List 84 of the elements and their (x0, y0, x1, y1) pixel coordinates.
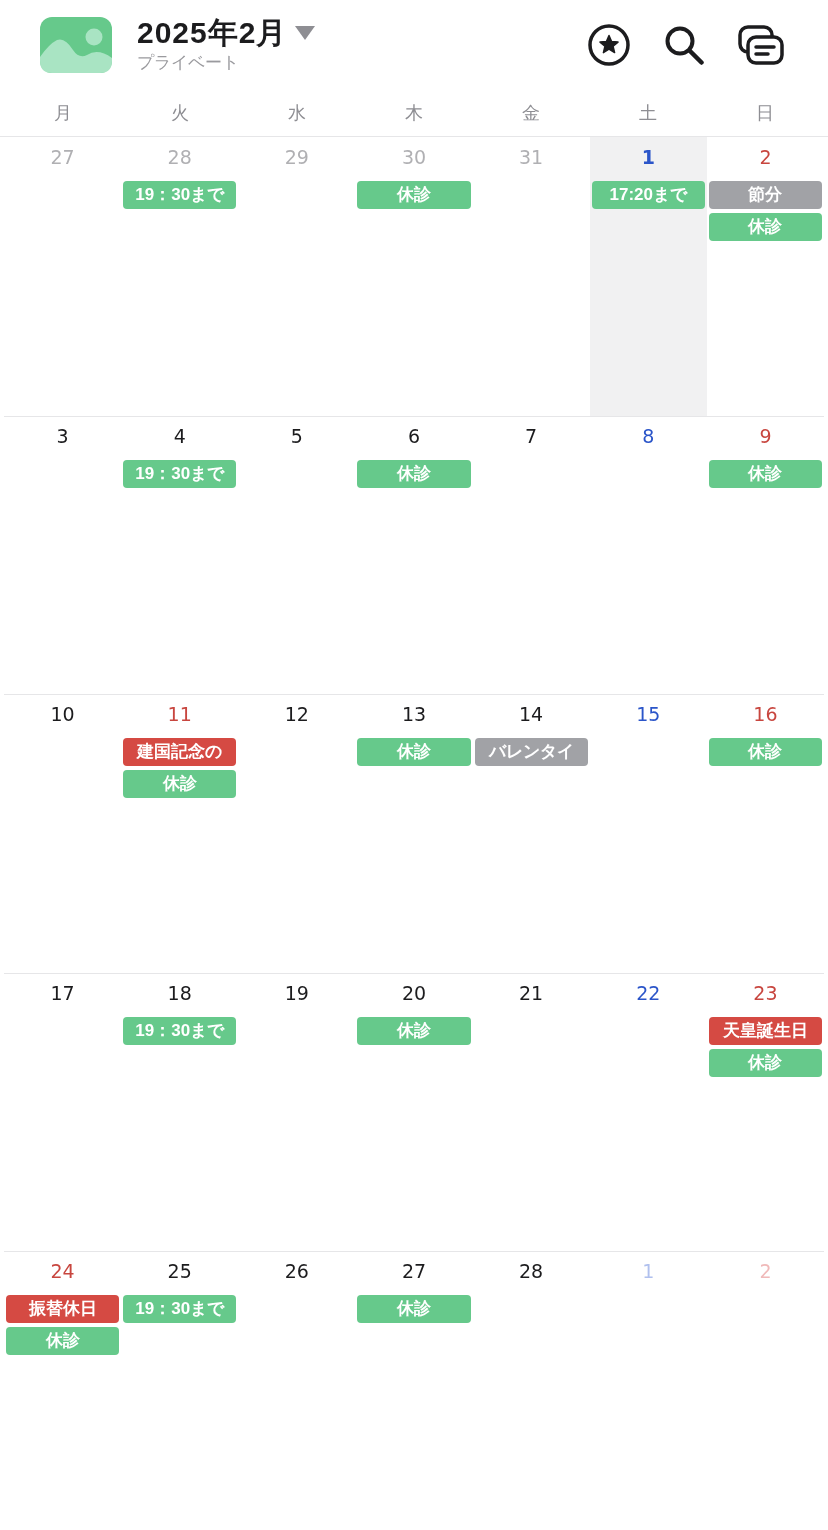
date-number: 5 (290, 424, 303, 447)
day-cell[interactable]: 28 (472, 1251, 590, 1530)
day-cell[interactable]: 9 休診 (706, 415, 824, 695)
date-number: 27 (50, 146, 75, 168)
weekday-label: 金 (522, 102, 541, 124)
day-cell[interactable]: 11 建国記念の 休診 (121, 694, 239, 973)
date-number: 30 (401, 146, 427, 168)
day-cell[interactable]: 15 (589, 694, 707, 973)
date-number: 6 (407, 424, 421, 447)
day-cell[interactable]: 4 19：30まで (121, 415, 239, 695)
date-number: 28 (519, 1260, 544, 1283)
date-number: 9 (759, 424, 772, 447)
date-number: 12 (284, 703, 309, 726)
date-number: 19 (284, 981, 309, 1004)
month-title-button[interactable]: 2025年2月 (137, 16, 316, 50)
weekday-label: 月 (53, 102, 72, 124)
event-chip[interactable]: 建国記念の (123, 738, 237, 767)
day-cell[interactable]: 20 休診 (355, 972, 473, 1252)
date-number: 28 (167, 146, 192, 168)
date-number: 14 (519, 703, 544, 726)
date-number: 11 (167, 703, 192, 726)
day-cell[interactable]: 27 休診 (355, 1251, 473, 1530)
date-number: 17 (50, 981, 75, 1004)
date-number: 16 (753, 703, 778, 726)
calendar-name: プライベート (137, 52, 239, 74)
day-cell[interactable]: 7 (472, 415, 590, 695)
day-cell[interactable]: 6 休診 (355, 415, 473, 695)
date-number: 10 (50, 703, 75, 726)
search-icon (664, 25, 704, 65)
date-number: 2 (759, 146, 772, 168)
day-cell[interactable]: 13 休診 (355, 694, 473, 973)
event-chip[interactable]: 振替休日 (6, 1295, 120, 1324)
chat-bubbles-icon (738, 25, 784, 65)
weekday-label: 日 (756, 102, 775, 124)
date-number: 8 (642, 424, 655, 447)
event-chip[interactable]: 天皇誕生日 (708, 1016, 822, 1045)
favorites-button[interactable] (588, 24, 630, 66)
date-number: 27 (401, 1260, 427, 1283)
date-number: 21 (519, 981, 544, 1004)
search-button[interactable] (664, 25, 704, 65)
event-chip[interactable]: バレンタイ (474, 738, 588, 767)
day-cell[interactable]: 1 17:20まで (589, 137, 707, 416)
date-number: 31 (519, 146, 544, 168)
day-cell[interactable]: 23 天皇誕生日 休診 (706, 972, 824, 1252)
day-cell[interactable]: 12 (238, 694, 356, 973)
day-cell[interactable]: 25 19：30まで (121, 1251, 239, 1530)
date-number: 3 (56, 424, 69, 447)
date-number: 25 (167, 1260, 192, 1283)
day-cell[interactable]: 22 (589, 972, 707, 1252)
date-number: 4 (173, 424, 186, 447)
caret-icon (295, 26, 316, 40)
day-cell[interactable]: 5 (238, 415, 356, 695)
weekday-label: 水 (287, 102, 306, 124)
day-cell[interactable]: 10 (4, 694, 122, 973)
date-number: 7 (525, 424, 538, 447)
day-cell[interactable]: 2 節分 休診 (706, 137, 824, 416)
day-cell[interactable]: 3 (4, 415, 122, 695)
day-cell[interactable]: 16 休診 (706, 694, 824, 973)
weekday-label: 土 (639, 102, 658, 124)
day-cell[interactable]: 17 (4, 972, 122, 1252)
day-cell[interactable]: 21 (472, 972, 590, 1252)
date-number: 23 (753, 981, 778, 1004)
day-cell[interactable]: 18 19：30まで (121, 972, 239, 1252)
date-number: 15 (636, 703, 661, 726)
date-number: 22 (636, 981, 661, 1004)
weekday-label: 火 (170, 102, 189, 124)
date-number: 26 (284, 1260, 309, 1283)
star-circle-icon (588, 24, 630, 66)
date-number: 20 (401, 981, 427, 1004)
event-chip[interactable]: 節分 (708, 181, 822, 209)
date-number: 2 (759, 1260, 772, 1283)
weekday-label: 木 (405, 102, 423, 124)
date-number: 24 (50, 1260, 75, 1283)
day-cell[interactable]: 19 (238, 972, 356, 1252)
day-cell[interactable]: 8 (589, 415, 707, 695)
messages-button[interactable] (738, 25, 784, 65)
date-number: 18 (167, 981, 192, 1004)
date-number: 13 (401, 703, 427, 726)
date-number: 29 (284, 146, 309, 168)
date-number: 1 (641, 146, 655, 168)
day-cell[interactable]: 14 バレンタイ (472, 694, 590, 973)
day-cell[interactable]: 26 (238, 1251, 356, 1530)
date-number: 1 (642, 1260, 655, 1283)
day-cell[interactable]: 24 振替休日 休診 (4, 1251, 122, 1530)
